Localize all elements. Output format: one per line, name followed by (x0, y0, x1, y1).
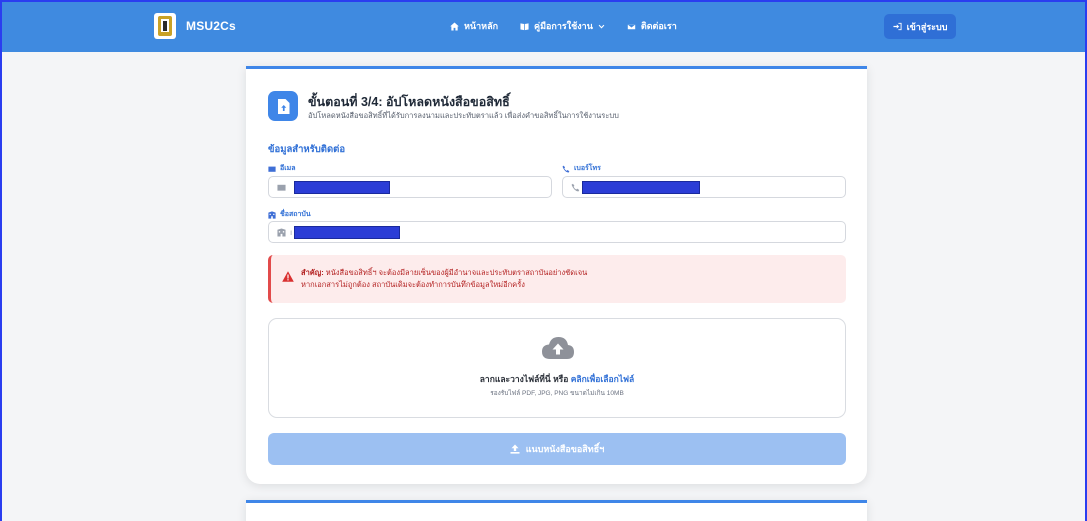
notice-line-1: สำคัญ: หนังสือขอสิทธิ์ฯ จะต้องมีลายเซ็นข… (301, 267, 587, 279)
nav-home-label: หน้าหลัก (464, 21, 499, 31)
phone-icon (571, 183, 580, 192)
file-upload-icon (268, 91, 298, 121)
contact-section-title: ข้อมูลสำหรับติดต่อ (268, 144, 346, 155)
envelope-icon (268, 166, 276, 172)
upload-icon (510, 444, 520, 454)
home-icon (450, 21, 459, 31)
nav-home[interactable]: หน้าหลัก (450, 19, 498, 33)
redacted-phone-value (582, 180, 700, 194)
phone-field[interactable] (562, 176, 846, 198)
nav-contact-label: ติดต่อเรา (640, 21, 677, 31)
envelope-icon (626, 22, 636, 30)
warning-triangle-icon (282, 271, 294, 282)
dropzone-hint: รองรับไฟล์ PDF, JPG, PNG ขนาดไม่เกิน 10M… (490, 390, 624, 397)
step-description: อัปโหลดหนังสือขอสิทธิ์ที่ได้รับการลงนามแ… (308, 111, 619, 120)
notice-strong: สำคัญ: (301, 268, 324, 277)
login-label: เข้าสู่ระบบ (906, 21, 948, 32)
file-dropzone[interactable]: ลากและวางไฟล์ที่นี่ หรือ คลิกเพื่อเลือกไ… (268, 318, 846, 418)
email-field[interactable] (268, 176, 552, 198)
choose-file-link[interactable]: คลิกเพื่อเลือกไฟล์ (571, 374, 635, 384)
redacted-institution-value (294, 225, 401, 239)
building-icon (277, 227, 286, 237)
phone-label: เบอร์โทร (562, 163, 601, 174)
nav-manual-dropdown[interactable]: คู่มือการใช้งาน (520, 19, 605, 33)
brand-name: MSU2Cs (186, 19, 236, 33)
org-label-text: ชื่อสถาบัน (280, 211, 311, 218)
attach-document-label: แนบหนังสือขอสิทธิ์ฯ (525, 444, 605, 454)
redacted-email-value (294, 180, 390, 194)
institution-prefix: ı (290, 227, 293, 237)
attach-document-button[interactable]: แนบหนังสือขอสิทธิ์ฯ (268, 433, 846, 465)
upload-step-card: ขั้นตอนที่ 3/4: อัปโหลดหนังสือขอสิทธิ์ อ… (246, 66, 867, 484)
top-navbar: MSU2Cs หน้าหลัก คู่มือการใช้งาน ติดต่อเร… (2, 2, 1085, 52)
book-icon (520, 22, 529, 30)
brand[interactable]: MSU2Cs (154, 13, 236, 39)
institution-field[interactable]: ı (268, 221, 846, 243)
nav-contact[interactable]: ติดต่อเรา (626, 19, 677, 33)
university-logo-icon (154, 13, 176, 39)
notice-line-2: หากเอกสารไม่ถูกต้อง สถาบันเดิมจะต้องทำกา… (301, 280, 525, 289)
notice-text-1: หนังสือขอสิทธิ์ฯ จะต้องมีลายเซ็นของผู้มี… (325, 268, 588, 277)
dropzone-main-text: ลากและวางไฟล์ที่นี่ หรือ คลิกเพื่อเลือกไ… (269, 372, 845, 386)
step-title: ขั้นตอนที่ 3/4: อัปโหลดหนังสือขอสิทธิ์ (308, 95, 510, 109)
envelope-icon (277, 184, 286, 191)
chevron-down-icon (598, 24, 605, 29)
phone-icon (562, 165, 570, 173)
login-button[interactable]: เข้าสู่ระบบ (884, 14, 956, 39)
sign-in-icon (893, 22, 902, 31)
org-label: ชื่อสถาบัน (268, 209, 311, 220)
nav-manual-label: คู่มือการใช้งาน (534, 21, 593, 31)
dropzone-drag-text: ลากและวางไฟล์ที่นี่ หรือ (479, 374, 569, 384)
phone-label-text: เบอร์โทร (574, 165, 601, 172)
important-notice: สำคัญ: หนังสือขอสิทธิ์ฯ จะต้องมีลายเซ็นข… (268, 255, 846, 303)
email-label-text: อีเมล (280, 165, 296, 172)
email-label: อีเมล (268, 163, 296, 174)
building-icon (268, 210, 276, 219)
main-nav: หน้าหลัก คู่มือการใช้งาน ติดต่อเรา (450, 19, 677, 33)
app-frame: MSU2Cs หน้าหลัก คู่มือการใช้งาน ติดต่อเร… (0, 0, 1087, 521)
cloud-upload-icon (542, 337, 574, 359)
next-step-card (246, 500, 867, 521)
